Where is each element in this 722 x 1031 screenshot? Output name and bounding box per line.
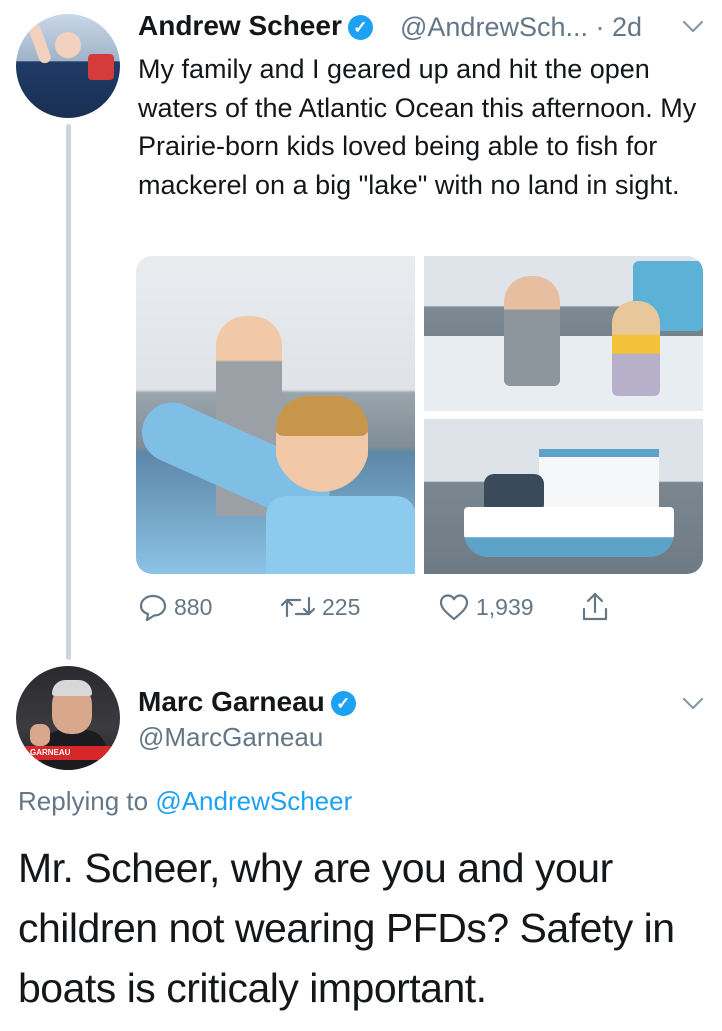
photo-boat-deck — [424, 336, 703, 411]
photo-boat-hull — [464, 507, 674, 557]
verified-badge-icon: ✓ — [347, 15, 373, 40]
thread-connector-line — [66, 124, 71, 660]
reply-button[interactable]: 880 — [138, 590, 212, 624]
reply-count: 880 — [174, 593, 213, 620]
retweet-icon — [280, 596, 316, 618]
tweet1-chevron-down-icon[interactable] — [682, 20, 704, 34]
tweet2-text: Mr. Scheer, why are you and your childre… — [18, 845, 675, 1011]
like-count: 1,939 — [476, 593, 534, 620]
photo-father-figure — [504, 276, 560, 386]
replying-to-line: Replying to @AndrewScheer — [18, 786, 352, 817]
retweet-button[interactable]: 225 — [280, 590, 360, 624]
heart-icon — [439, 594, 469, 621]
photo-daughter-figure — [612, 301, 660, 396]
tweet1-handle-and-time[interactable]: @AndrewSch... · 2d — [400, 12, 642, 43]
avatar-campaign-banner: GARNEAU — [16, 746, 120, 760]
share-button[interactable] — [580, 590, 616, 624]
replying-prefix: Replying to — [18, 786, 149, 816]
photo-boy-hair — [276, 396, 368, 436]
avatar-background-flag — [88, 54, 114, 80]
like-button[interactable]: 1,939 — [438, 590, 534, 624]
avatar-hand — [30, 724, 50, 746]
tweet1-photo-grid — [136, 256, 703, 574]
marc-garneau-avatar[interactable]: GARNEAU — [16, 666, 120, 770]
tweet1-author-name[interactable]: Andrew Scheer — [138, 10, 342, 41]
photo-boy-fishing[interactable] — [136, 256, 415, 574]
andrew-scheer-avatar[interactable] — [16, 14, 120, 118]
retweet-count: 225 — [322, 593, 361, 620]
photo-boat-on-water[interactable] — [424, 419, 703, 574]
tweet1-author-name-row[interactable]: Andrew Scheer ✓ — [138, 10, 373, 42]
photo-father-daughter-fishing[interactable] — [424, 256, 703, 411]
avatar-waving-arm — [27, 23, 53, 65]
verified-badge-icon: ✓ — [330, 691, 356, 716]
tweet2-chevron-down-icon[interactable] — [682, 697, 704, 711]
tweet2-handle[interactable]: @MarcGarneau — [138, 722, 323, 753]
tweet2-author-name-row[interactable]: Marc Garneau ✓ — [138, 686, 356, 718]
reply-icon — [139, 594, 167, 622]
share-icon — [582, 592, 608, 621]
tweet1-text: My family and I geared up and hit the op… — [138, 54, 697, 200]
replying-to-link[interactable]: @AndrewScheer — [155, 786, 352, 816]
tweet2-author-name[interactable]: Marc Garneau — [138, 686, 325, 717]
avatar-hair — [52, 680, 92, 696]
